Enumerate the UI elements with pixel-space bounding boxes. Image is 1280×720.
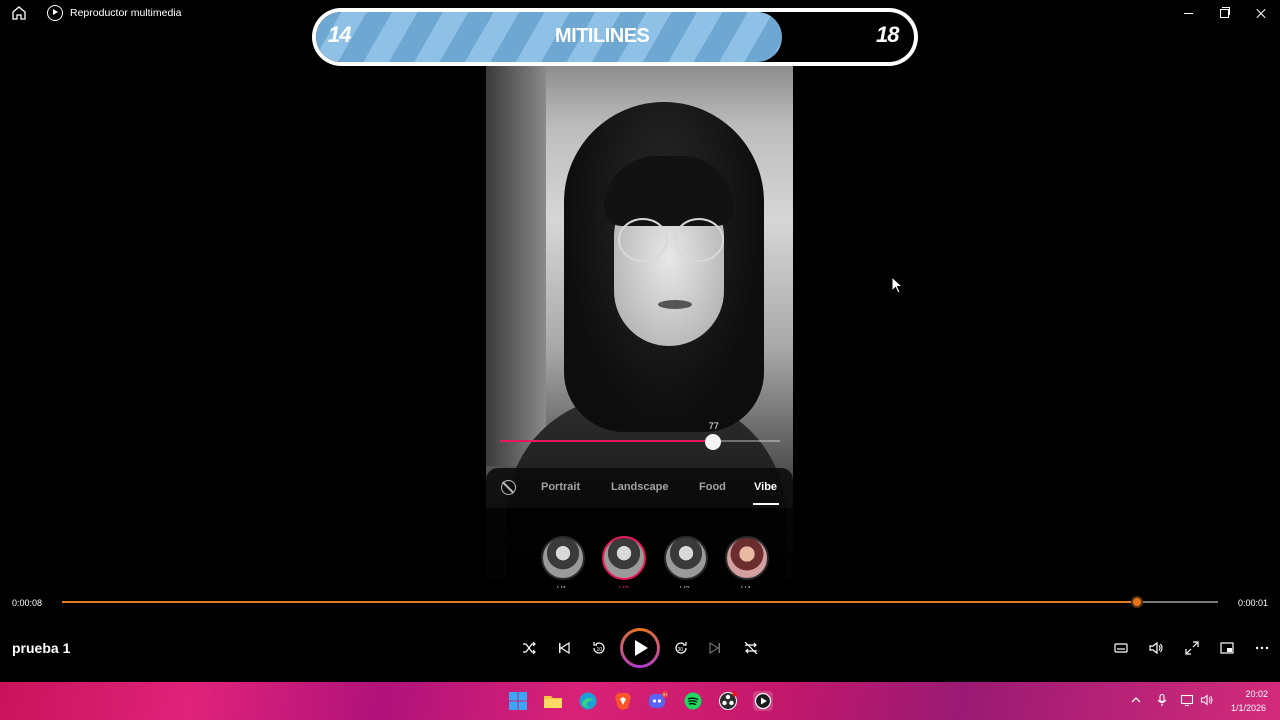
miniplayer-icon[interactable] — [1219, 640, 1235, 656]
intensity-slider-thumb[interactable] — [704, 434, 721, 450]
close-button[interactable] — [1247, 3, 1275, 23]
windows-start-icon[interactable] — [508, 691, 528, 711]
scoreboard-progress-fill — [316, 12, 783, 62]
scoreboard-title: MITILINES — [555, 25, 650, 47]
shuffle-icon[interactable] — [521, 640, 537, 656]
category-portrait[interactable]: Portrait — [541, 481, 580, 493]
obs-icon[interactable] — [718, 691, 738, 711]
windows-taskbar — [0, 682, 1280, 720]
minimize-icon — [1184, 13, 1193, 14]
discord-icon[interactable]: 9+ — [648, 691, 668, 711]
filter-thumb-v4[interactable] — [725, 536, 769, 580]
score-left: 14 — [328, 22, 352, 47]
speaker-icon[interactable] — [1200, 693, 1214, 710]
category-landscape[interactable]: Landscape — [611, 481, 668, 493]
svg-text:10: 10 — [597, 647, 603, 653]
remaining-time: 0:00:01 — [1238, 598, 1269, 608]
skip-back-10-icon[interactable]: 10 — [591, 640, 607, 656]
play-icon — [635, 640, 648, 656]
filter-thumb-v2[interactable] — [602, 536, 646, 580]
spotify-icon[interactable] — [683, 691, 703, 711]
skip-forward-30-icon[interactable]: 30 — [673, 640, 689, 656]
track-name: prueba 1 — [12, 640, 71, 656]
svg-text:30: 30 — [678, 647, 684, 653]
taskbar-clock-time[interactable]: 20:02 — [1240, 689, 1268, 699]
category-food[interactable]: Food — [699, 481, 726, 493]
microphone-icon[interactable] — [1155, 693, 1169, 710]
tray-overflow-icon[interactable] — [1129, 693, 1143, 710]
previous-icon[interactable] — [556, 640, 572, 656]
media-player-icon — [47, 5, 63, 21]
subtitles-icon[interactable] — [1113, 640, 1129, 656]
active-category-underline — [753, 503, 779, 505]
window-title: Reproductor multimedia — [70, 7, 182, 19]
home-icon[interactable] — [11, 5, 27, 21]
discord-badge: 9+ — [663, 692, 668, 697]
network-icon[interactable] — [1180, 693, 1194, 710]
seek-bar-fill — [62, 601, 1138, 603]
taskbar-clock-date[interactable]: 1/1/2026 — [1224, 703, 1266, 713]
file-explorer-icon[interactable] — [543, 691, 563, 711]
current-time: 0:00:08 — [12, 598, 43, 608]
restore-button[interactable] — [1210, 3, 1238, 23]
edge-browser-icon[interactable] — [578, 691, 598, 711]
score-right: 18 — [876, 22, 900, 47]
filter-thumb-v3[interactable] — [664, 536, 708, 580]
no-filter-icon[interactable] — [501, 480, 516, 495]
seek-bar-thumb[interactable] — [1131, 596, 1144, 608]
brave-browser-icon[interactable] — [613, 691, 633, 711]
play-button[interactable] — [620, 628, 660, 668]
filter-thumb-v1[interactable] — [541, 536, 585, 580]
media-player-taskbar-icon[interactable] — [753, 691, 773, 711]
repeat-icon[interactable] — [743, 640, 759, 656]
intensity-slider-fill — [500, 440, 713, 442]
volume-icon[interactable] — [1148, 640, 1164, 656]
minimize-button[interactable] — [1174, 3, 1202, 23]
category-vibe[interactable]: Vibe — [754, 481, 777, 493]
fullscreen-icon[interactable] — [1184, 640, 1200, 656]
next-icon[interactable] — [707, 640, 723, 656]
more-options-icon[interactable] — [1254, 640, 1270, 656]
intensity-value: 77 — [708, 421, 719, 431]
